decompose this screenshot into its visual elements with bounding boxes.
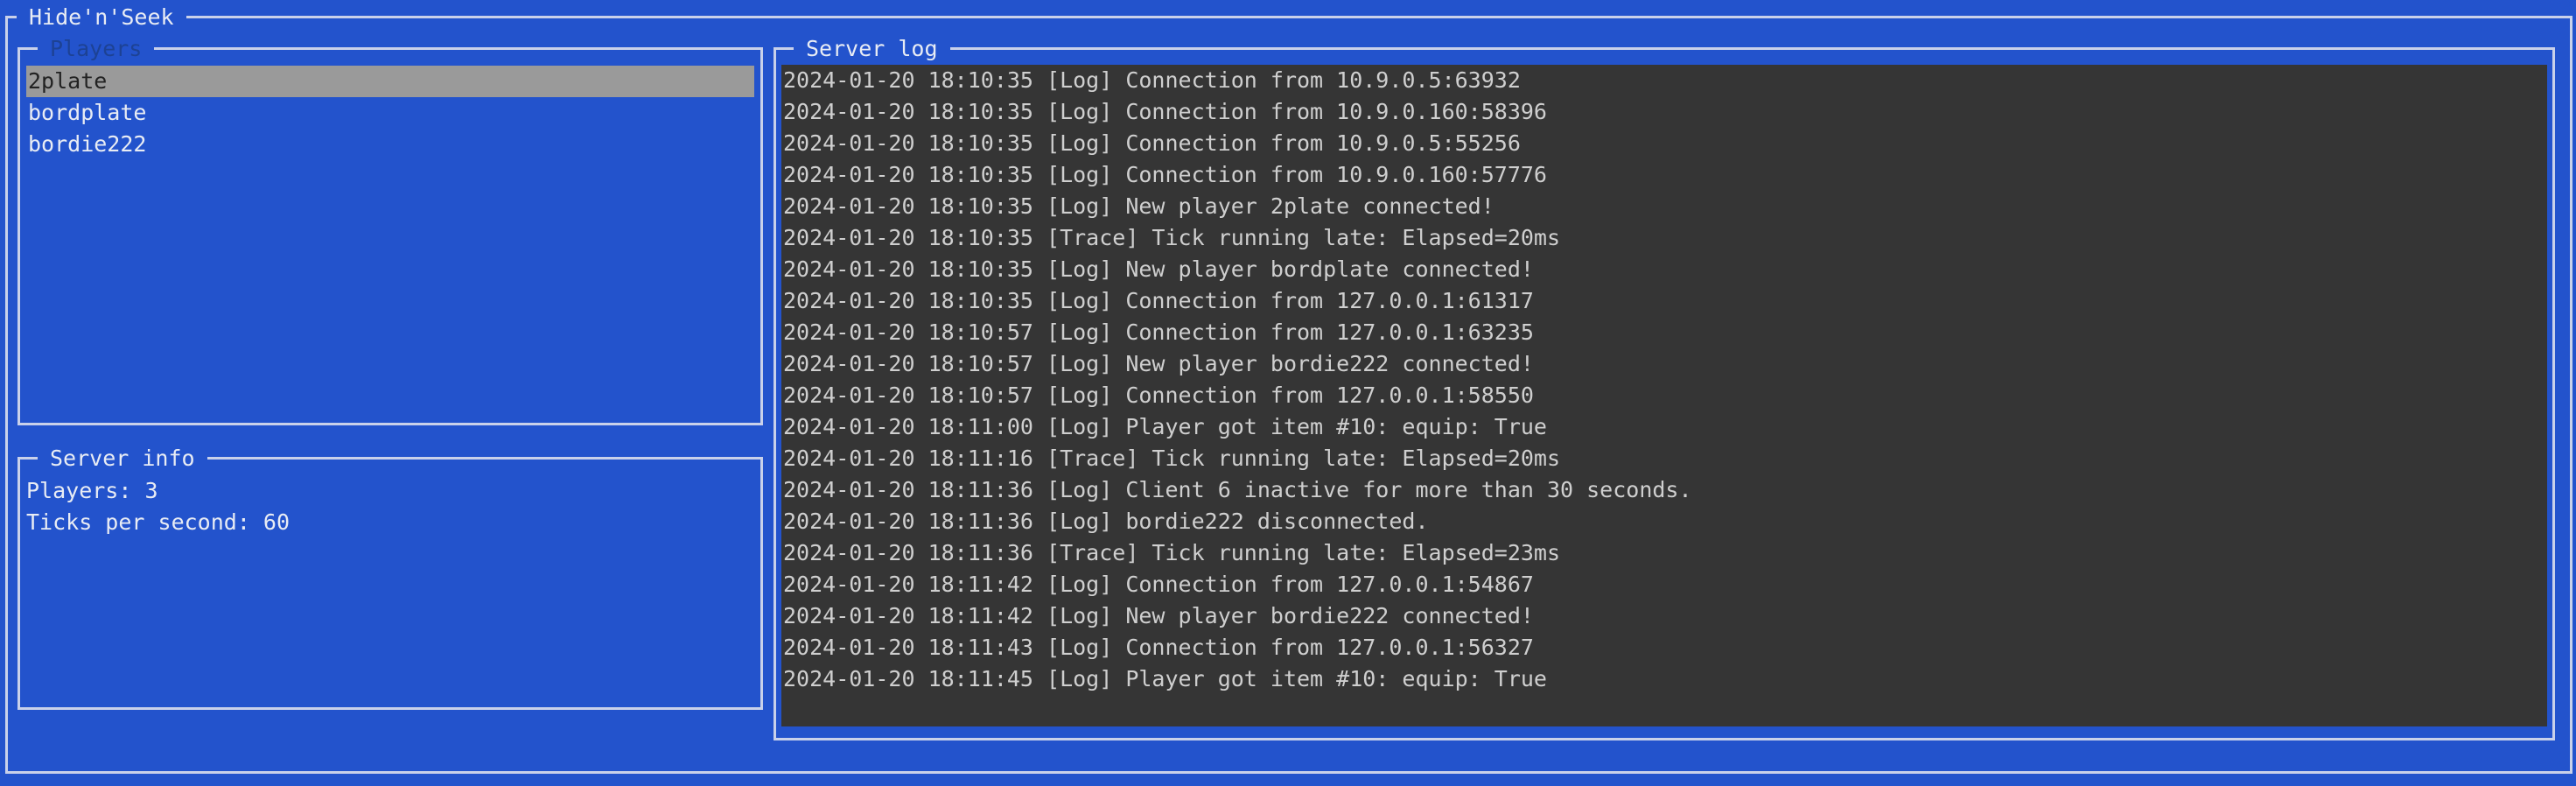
log-line: 2024-01-20 18:10:35 [Log] Connection fro… xyxy=(783,162,1547,187)
server-info-panel: Server info Players: 3 Ticks per second:… xyxy=(18,443,763,710)
log-line: 2024-01-20 18:10:35 [Log] Connection fro… xyxy=(783,67,1521,93)
server-info-body: Players: 3 Ticks per second: 60 xyxy=(26,475,754,538)
players-panel: Players 2plate bordplate bordie222 xyxy=(18,33,763,425)
player-list-item[interactable]: 2plate xyxy=(26,66,754,97)
server-log-panel: Server log 2024-01-20 18:10:35 [Log] Con… xyxy=(774,33,2555,740)
log-line: 2024-01-20 18:10:35 [Log] New player bor… xyxy=(783,256,1534,282)
players-count: Players: 3 xyxy=(26,478,158,503)
log-line: 2024-01-20 18:10:57 [Log] New player bor… xyxy=(783,351,1534,376)
log-line: 2024-01-20 18:11:36 [Log] Client 6 inact… xyxy=(783,477,1692,502)
log-line: 2024-01-20 18:11:42 [Log] New player bor… xyxy=(783,603,1534,628)
server-info-title: Server info xyxy=(38,443,207,474)
players-list[interactable]: 2plate bordplate bordie222 xyxy=(26,66,754,160)
app-title: Hide'n'Seek xyxy=(17,2,186,33)
log-line: 2024-01-20 18:10:35 [Trace] Tick running… xyxy=(783,225,1561,250)
server-log-output[interactable]: 2024-01-20 18:10:35 [Log] Connection fro… xyxy=(781,65,2547,726)
players-panel-title: Players xyxy=(38,33,155,65)
log-line: 2024-01-20 18:11:00 [Log] Player got ite… xyxy=(783,414,1547,439)
player-list-item[interactable]: bordie222 xyxy=(26,129,754,160)
log-line: 2024-01-20 18:10:57 [Log] Connection fro… xyxy=(783,382,1534,408)
log-line: 2024-01-20 18:11:36 [Trace] Tick running… xyxy=(783,540,1561,565)
log-line: 2024-01-20 18:10:57 [Log] Connection fro… xyxy=(783,319,1534,345)
player-list-item[interactable]: bordplate xyxy=(26,97,754,129)
log-line: 2024-01-20 18:10:35 [Log] Connection fro… xyxy=(783,99,1547,124)
log-line: 2024-01-20 18:11:36 [Log] bordie222 disc… xyxy=(783,509,1429,534)
log-line: 2024-01-20 18:10:35 [Log] Connection fro… xyxy=(783,130,1521,156)
log-line: 2024-01-20 18:10:35 [Log] New player 2pl… xyxy=(783,193,1494,219)
log-line: 2024-01-20 18:11:43 [Log] Connection fro… xyxy=(783,635,1534,660)
ticks-per-second: Ticks per second: 60 xyxy=(26,509,290,535)
log-line: 2024-01-20 18:11:16 [Trace] Tick running… xyxy=(783,446,1561,471)
log-line: 2024-01-20 18:11:42 [Log] Connection fro… xyxy=(783,572,1534,597)
log-line: 2024-01-20 18:10:35 [Log] Connection fro… xyxy=(783,288,1534,313)
server-log-title: Server log xyxy=(794,33,950,65)
log-line: 2024-01-20 18:11:45 [Log] Player got ite… xyxy=(783,666,1547,691)
